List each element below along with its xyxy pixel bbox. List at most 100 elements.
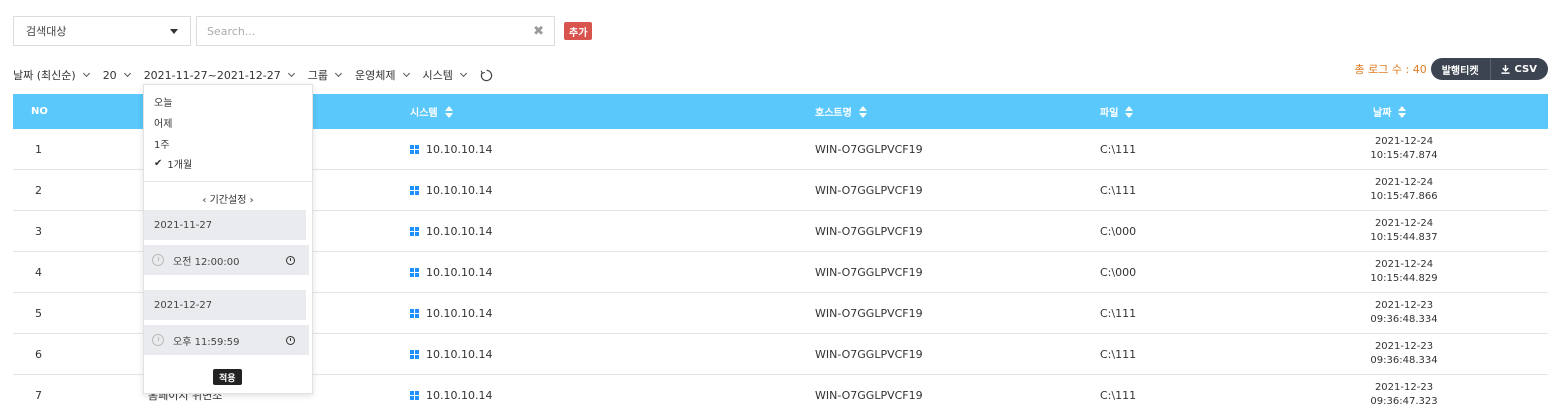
windows-icon [410, 267, 419, 277]
cell-system: 10.10.10.14 [410, 375, 492, 414]
cell-hostname: WIN-O7GGLPVCF19 [815, 265, 923, 279]
clock-icon[interactable] [286, 335, 295, 345]
close-icon[interactable]: ✖ [533, 25, 544, 38]
action-button-group: 발행티켓 CSV [1430, 58, 1548, 80]
apply-button[interactable]: 적용 [213, 369, 242, 385]
date-range-filter[interactable]: 2021-11-27~2021-12-27 [143, 68, 295, 82]
clock-icon[interactable] [286, 255, 295, 265]
cell-system-ip: 10.10.10.14 [426, 224, 493, 238]
start-date-field[interactable]: 2021-11-27 [144, 210, 306, 240]
windows-icon [410, 390, 419, 400]
chevron-down-icon [123, 69, 131, 78]
cell-hostname: WIN-O7GGLPVCF19 [815, 224, 923, 238]
chevron-down-icon [459, 69, 467, 78]
cell-file: C:\111 [1100, 347, 1137, 361]
start-time-value: 오전 12:00:00 [173, 256, 240, 268]
search-box: ✖ [196, 16, 555, 46]
cell-no: 7 [35, 388, 42, 402]
sort-icon [1125, 105, 1134, 118]
cell-file: C:\111 [1100, 142, 1137, 156]
end-time-value: 오후 11:59:59 [173, 336, 240, 348]
cell-hostname: WIN-O7GGLPVCF19 [815, 347, 923, 361]
cell-no: 1 [35, 142, 42, 156]
cell-date: 2021-12-24 10:15:47.866 [1344, 170, 1464, 210]
cell-file: C:\111 [1100, 306, 1137, 320]
period-setting-label[interactable]: ‹ 기간설정 › [144, 191, 312, 206]
group-filter-label: 그룹 [307, 69, 329, 82]
search-row: 검색대상 ✖ 추가 [13, 16, 593, 46]
sort-icon [444, 105, 453, 118]
cell-date-day: 2021-12-24 [1374, 177, 1434, 188]
date-range-dropdown: 오늘 어제 1주 ✔ 1개월 ‹ 기간설정 › 2021-11-27 오전 12… [143, 84, 313, 394]
end-time-field[interactable]: 오후 11:59:59 [144, 325, 309, 355]
cell-no: 3 [35, 224, 42, 238]
clock-icon [152, 254, 164, 266]
cell-date-day: 2021-12-23 [1374, 300, 1434, 311]
cell-date-time: 10:15:44.837 [1370, 232, 1438, 243]
group-filter[interactable]: 그룹 [307, 67, 343, 83]
page-size-label: 20 [102, 68, 117, 82]
chevron-down-icon [402, 69, 410, 78]
cell-hostname: WIN-O7GGLPVCF19 [815, 388, 923, 402]
cell-system: 10.10.10.14 [410, 129, 492, 169]
header-hostname-label: 호스트명 [815, 108, 852, 119]
cell-date-time: 09:36:48.334 [1370, 314, 1438, 325]
total-log-count: 총 로그 수 : 40 [1354, 63, 1427, 76]
chevron-down-icon [82, 69, 90, 78]
header-file-label: 파일 [1100, 108, 1119, 119]
cell-system-ip: 10.10.10.14 [426, 388, 493, 402]
header-system[interactable]: 시스템 [410, 104, 453, 119]
date-range-label: 2021-11-27~2021-12-27 [143, 68, 281, 82]
cell-date-day: 2021-12-24 [1374, 218, 1434, 229]
cell-date: 2021-12-23 09:36:48.334 [1344, 293, 1464, 333]
cell-date-day: 2021-12-24 [1374, 136, 1434, 147]
cell-hostname: WIN-O7GGLPVCF19 [815, 142, 923, 156]
cell-file: C:\111 [1100, 388, 1137, 402]
preset-yesterday[interactable]: 어제 [154, 115, 172, 130]
system-filter[interactable]: 시스템 [422, 67, 467, 83]
page-size-filter[interactable]: 20 [102, 68, 131, 82]
preset-today[interactable]: 오늘 [154, 94, 172, 109]
cell-system: 10.10.10.14 [410, 252, 492, 292]
cell-date: 2021-12-23 09:36:48.334 [1344, 334, 1464, 374]
clock-icon [152, 334, 164, 346]
start-date-value: 2021-11-27 [154, 219, 213, 231]
right-actions: 총 로그 수 : 40 발행티켓 CSV [1355, 58, 1548, 80]
cell-date-time: 10:15:47.866 [1370, 191, 1438, 202]
csv-label: CSV [1514, 63, 1537, 75]
os-filter[interactable]: 운영체제 [355, 67, 410, 83]
add-button[interactable]: 추가 [564, 22, 593, 40]
cell-no: 2 [35, 183, 42, 197]
cell-date: 2021-12-24 10:15:44.837 [1344, 211, 1464, 251]
cell-date: 2021-12-24 10:15:44.829 [1344, 252, 1464, 292]
windows-icon [410, 144, 419, 154]
csv-download-button[interactable]: CSV [1491, 58, 1548, 80]
search-input[interactable] [207, 24, 534, 38]
cell-date-time: 09:36:48.334 [1370, 355, 1438, 366]
refresh-icon[interactable] [480, 69, 493, 82]
caret-down-icon [170, 28, 178, 34]
search-target-select[interactable]: 검색대상 [13, 16, 191, 46]
sort-filter[interactable]: 날짜 (최신순) [13, 67, 90, 83]
cell-system-ip: 10.10.10.14 [426, 142, 493, 156]
header-hostname[interactable]: 호스트명 [815, 104, 867, 119]
cell-no: 6 [35, 347, 42, 361]
cell-no: 5 [35, 306, 42, 320]
cell-system-ip: 10.10.10.14 [426, 183, 493, 197]
cell-system: 10.10.10.14 [410, 334, 492, 374]
start-time-field[interactable]: 오전 12:00:00 [144, 245, 309, 275]
cell-system: 10.10.10.14 [410, 211, 492, 251]
preset-1week[interactable]: 1주 [154, 136, 170, 151]
system-filter-label: 시스템 [422, 69, 453, 82]
preset-1month[interactable]: ✔ 1개월 [154, 156, 192, 171]
header-date[interactable]: 날짜 [1373, 104, 1407, 119]
end-date-value: 2021-12-27 [154, 299, 213, 311]
filter-row: 날짜 (최신순) 20 2021-11-27~2021-12-27 그룹 운영체… [13, 66, 493, 84]
cell-date-time: 10:15:47.874 [1370, 150, 1438, 161]
cell-file: C:\000 [1100, 265, 1137, 279]
issued-ticket-button[interactable]: 발행티켓 [1431, 58, 1491, 80]
end-date-field[interactable]: 2021-12-27 [144, 290, 306, 320]
cell-system: 10.10.10.14 [410, 170, 492, 210]
sort-icon [858, 105, 867, 118]
header-file[interactable]: 파일 [1100, 104, 1134, 119]
